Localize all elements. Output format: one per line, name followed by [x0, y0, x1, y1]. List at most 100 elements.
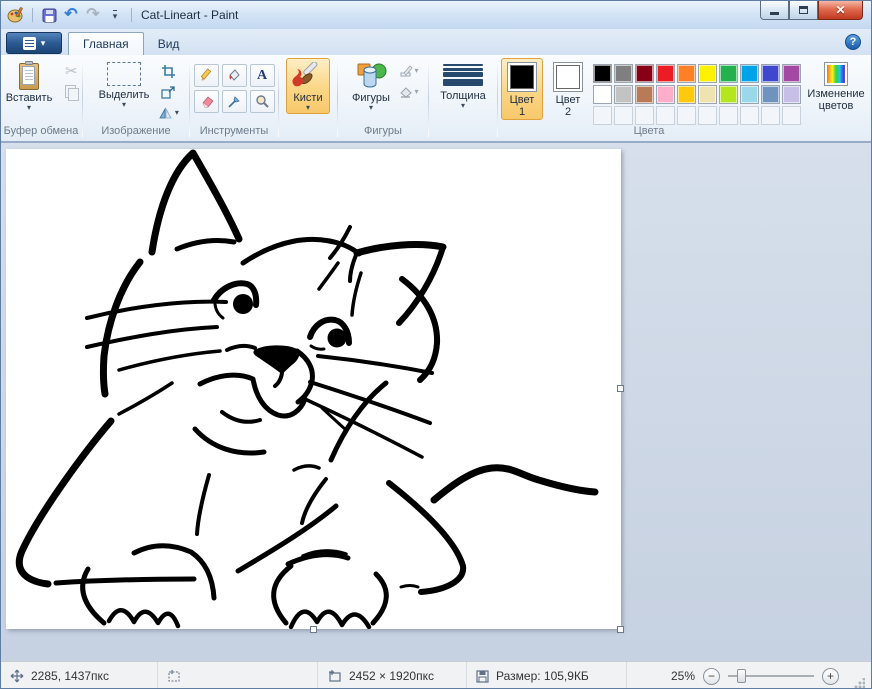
empty-color-swatch[interactable]: [593, 106, 612, 125]
color1-number: 1: [519, 106, 525, 118]
color-swatch[interactable]: [677, 85, 696, 104]
magnifier-tool[interactable]: [250, 90, 275, 113]
empty-color-swatch[interactable]: [719, 106, 738, 125]
empty-color-swatch[interactable]: [656, 106, 675, 125]
qat-customize-button[interactable]: ▾: [106, 6, 124, 24]
color2-number: 2: [565, 106, 571, 118]
undo-button[interactable]: ↶: [62, 6, 80, 24]
resize-button[interactable]: [157, 83, 179, 101]
group-shapes: Фигуры ▾ ▾: [339, 55, 427, 141]
color-swatch[interactable]: [677, 64, 696, 83]
divider: [32, 8, 33, 22]
save-button[interactable]: [40, 6, 58, 24]
color-swatch[interactable]: [593, 64, 612, 83]
eraser-tool[interactable]: [194, 90, 219, 113]
color-swatch[interactable]: [593, 85, 612, 104]
empty-color-swatch[interactable]: [740, 106, 759, 125]
zoom-out-button[interactable]: −: [703, 668, 720, 685]
empty-color-swatch[interactable]: [761, 106, 780, 125]
text-tool-icon: A: [257, 68, 267, 84]
help-button[interactable]: ?: [845, 34, 861, 50]
divider: [497, 59, 498, 137]
tab-home[interactable]: Главная: [68, 32, 144, 55]
application-menu-button[interactable]: ▾: [6, 32, 62, 54]
tab-home-label: Главная: [83, 37, 129, 51]
zoom-level-value: 25%: [671, 669, 695, 683]
divider: [337, 59, 338, 137]
fill-tool[interactable]: [222, 64, 247, 87]
empty-color-swatch[interactable]: [698, 106, 717, 125]
copy-button[interactable]: [60, 83, 82, 101]
pencil-tool[interactable]: [194, 64, 219, 87]
eraser-icon: [199, 95, 214, 108]
color-swatch[interactable]: [761, 64, 780, 83]
crop-button[interactable]: [157, 62, 179, 80]
zoom-in-button[interactable]: +: [822, 668, 839, 685]
color-swatch[interactable]: [614, 64, 633, 83]
empty-color-swatch[interactable]: [677, 106, 696, 125]
color-swatch[interactable]: [740, 64, 759, 83]
size-button[interactable]: Толщина ▾: [434, 58, 492, 112]
edit-colors-button[interactable]: Изменение цветов: [805, 58, 867, 114]
resize-grip[interactable]: [853, 678, 865, 689]
close-button[interactable]: ✕: [818, 1, 863, 20]
color-swatch[interactable]: [719, 64, 738, 83]
color-picker-tool[interactable]: [222, 90, 247, 113]
color-swatch[interactable]: [635, 85, 654, 104]
color1-button[interactable]: Цвет 1: [501, 58, 543, 120]
shapes-button[interactable]: Фигуры ▾: [346, 58, 396, 114]
drawing-canvas[interactable]: [6, 149, 621, 629]
ribbon: Вставить ▾ ✂ Буфер обмена Выделить ▾: [1, 55, 871, 143]
palette-row-2: [593, 85, 801, 104]
cut-button[interactable]: ✂: [60, 62, 82, 80]
color-swatch[interactable]: [782, 85, 801, 104]
paste-button[interactable]: Вставить ▾: [0, 58, 58, 114]
maximize-button[interactable]: [789, 1, 818, 20]
color-swatch[interactable]: [782, 64, 801, 83]
paste-icon: [17, 62, 41, 90]
tab-view[interactable]: Вид: [144, 32, 194, 55]
chevron-down-icon: ▾: [27, 104, 31, 112]
color-swatch[interactable]: [719, 85, 738, 104]
brushes-button[interactable]: Кисти ▾: [286, 58, 330, 114]
minimize-icon: [770, 12, 779, 15]
color-swatch[interactable]: [635, 64, 654, 83]
color-swatch[interactable]: [656, 64, 675, 83]
resize-handle-bottom[interactable]: [310, 626, 317, 633]
redo-button[interactable]: ↷: [84, 6, 102, 24]
minimize-button[interactable]: [760, 1, 789, 20]
eyedropper-icon: [227, 95, 241, 109]
divider: [278, 59, 279, 137]
zoom-slider[interactable]: [728, 675, 814, 677]
shape-outline-button[interactable]: ▾: [398, 62, 420, 80]
cursor-position-icon: [10, 669, 24, 683]
group-label-image: Изображение: [84, 125, 188, 141]
group-label-clipboard: Буфер обмена: [1, 125, 81, 141]
color-swatch[interactable]: [614, 85, 633, 104]
palette-row-1: [593, 64, 801, 83]
color-swatch[interactable]: [740, 85, 759, 104]
resize-handle-corner[interactable]: [617, 626, 624, 633]
color-swatch[interactable]: [698, 85, 717, 104]
chevron-down-icon: ▾: [414, 88, 418, 96]
empty-color-swatch[interactable]: [782, 106, 801, 125]
divider: [189, 59, 190, 137]
rotate-button[interactable]: ▾: [157, 104, 179, 122]
select-button[interactable]: Выделить ▾: [93, 58, 156, 111]
color-swatch[interactable]: [698, 64, 717, 83]
empty-color-swatch[interactable]: [635, 106, 654, 125]
title-bar[interactable]: ↶ ↷ ▾ Cat-Lineart - Paint ✕: [1, 1, 871, 29]
canvas-size-value: 2452 × 1920пкс: [349, 669, 434, 683]
resize-icon: [161, 85, 176, 100]
color2-button[interactable]: Цвет 2: [547, 58, 589, 120]
undo-icon: ↶: [64, 8, 77, 22]
zoom-slider-thumb[interactable]: [737, 669, 746, 683]
text-tool[interactable]: A: [250, 64, 275, 87]
color-swatch[interactable]: [761, 85, 780, 104]
empty-color-swatch[interactable]: [614, 106, 633, 125]
shape-fill-button[interactable]: ▾: [398, 83, 420, 101]
color-swatch[interactable]: [656, 85, 675, 104]
resize-handle-right[interactable]: [617, 385, 624, 392]
file-size-section: Размер: 105,9КБ: [467, 662, 627, 689]
magnifier-icon: [255, 94, 270, 109]
